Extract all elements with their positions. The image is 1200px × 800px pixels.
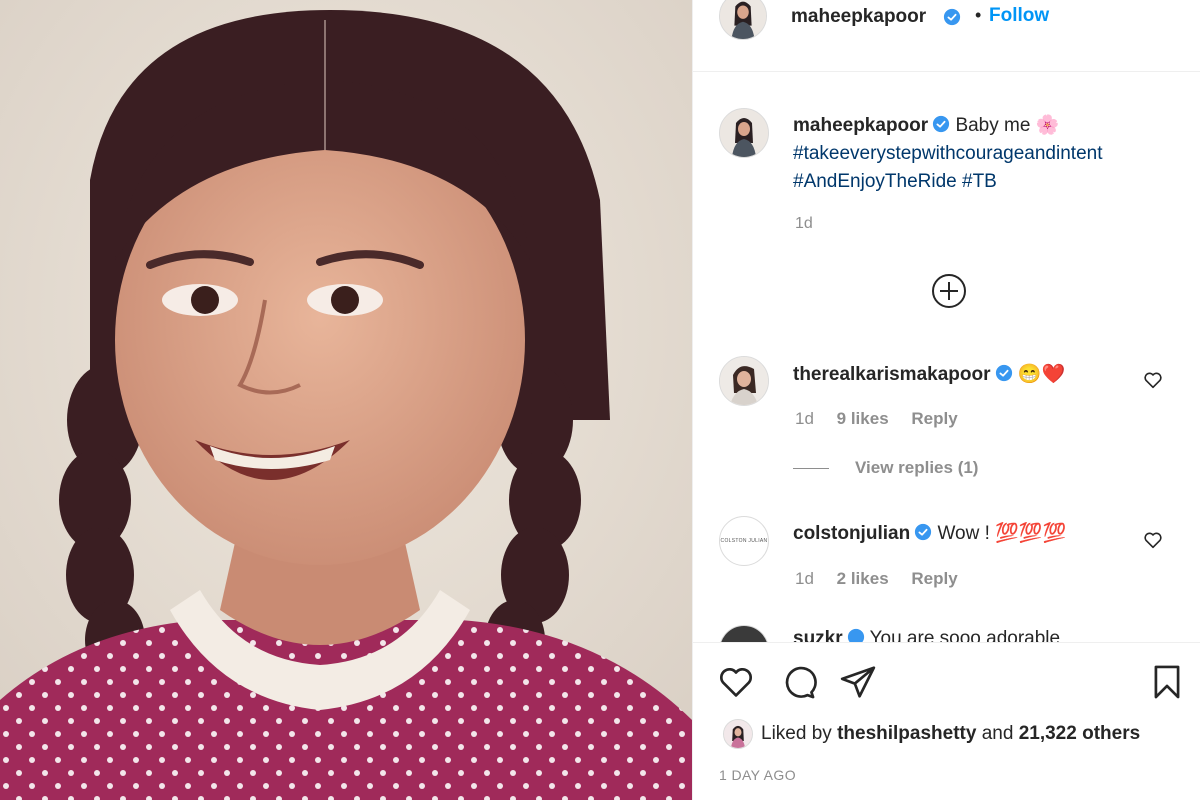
partial-comment: suzkr You are sooo adorable	[693, 620, 1200, 642]
heart-outline-icon[interactable]	[717, 663, 755, 701]
reply-button[interactable]: Reply	[911, 569, 957, 588]
liked-by-connector: and	[981, 723, 1014, 744]
post-caption: maheepkapoor Baby me 🌸 #takeeverystepwit…	[793, 112, 1183, 196]
commenter-avatar[interactable]	[719, 625, 769, 642]
comment-text-row: therealkarismakapoor 😁❤️	[793, 362, 1065, 386]
comment-text-row: colstonjulian Wow ! 💯💯💯	[793, 521, 1066, 545]
commenter-avatar[interactable]	[719, 356, 769, 406]
comment-text: 😁❤️	[1017, 364, 1066, 385]
reply-button[interactable]: Reply	[911, 409, 957, 428]
girl-portrait-image	[0, 0, 692, 800]
verified-badge-icon	[933, 115, 950, 133]
header-separator: •	[975, 5, 982, 25]
caption-username[interactable]: maheepkapoor	[793, 115, 928, 136]
liker-avatar[interactable]	[723, 719, 753, 749]
view-replies-button[interactable]: View replies (1)	[793, 458, 978, 478]
liked-by-user[interactable]: theshilpashetty	[837, 723, 976, 744]
colston-logo-text: COLSTON JULIAN	[720, 538, 768, 544]
hashtag-link[interactable]: #TB	[962, 171, 997, 192]
comment-text-row: suzkr You are sooo adorable	[793, 628, 1060, 642]
commenter-avatar[interactable]: COLSTON JULIAN	[719, 516, 769, 566]
comment-likes[interactable]: 9 likes	[837, 409, 889, 428]
comment-like-heart-icon[interactable]	[1142, 529, 1164, 551]
view-replies-label: View replies (1)	[855, 458, 979, 477]
comment-username[interactable]: suzkr	[793, 628, 843, 642]
verified-badge-icon	[915, 523, 932, 541]
author-username[interactable]: maheepkapoor	[791, 6, 926, 28]
author-avatar[interactable]	[719, 0, 767, 40]
comment-like-heart-icon[interactable]	[1142, 369, 1164, 391]
liked-by-prefix: Liked by	[761, 723, 832, 744]
caption-time[interactable]: 1d	[795, 215, 813, 233]
flower-emoji: 🌸	[1035, 115, 1060, 136]
post-header: maheepkapoor • Follow	[693, 0, 1200, 72]
comment-time[interactable]: 1d	[795, 569, 814, 588]
verified-badge-icon	[847, 628, 864, 642]
comment-username[interactable]: colstonjulian	[793, 523, 910, 544]
comment-username[interactable]: therealkarismakapoor	[793, 364, 991, 385]
speech-bubble-icon[interactable]	[779, 663, 817, 701]
caption-text: Baby me	[955, 115, 1031, 136]
plus-circle-icon[interactable]	[931, 273, 967, 309]
replies-divider-line	[793, 468, 829, 470]
verified-badge-icon	[943, 8, 961, 26]
post-timestamp[interactable]: 1 DAY AGO	[719, 767, 796, 783]
post-actions-bar: Liked by theshilpashetty and 21,322 othe…	[693, 642, 1200, 800]
comment-likes[interactable]: 2 likes	[837, 569, 889, 588]
comment-text: You are sooo adorable	[869, 628, 1061, 642]
likes-count-link[interactable]: 21,322 others	[1019, 723, 1140, 744]
comment-time[interactable]: 1d	[795, 409, 814, 428]
post-details-panel: maheepkapoor • Follow maheepkapoor Baby …	[692, 0, 1200, 800]
paper-plane-icon[interactable]	[839, 663, 877, 701]
hashtag-link[interactable]: #takeeverystepwithcourageandintent	[793, 143, 1102, 164]
hashtag-link[interactable]: #AndEnjoyTheRide	[793, 171, 957, 192]
caption-author-avatar[interactable]	[719, 108, 769, 158]
bookmark-icon[interactable]	[1148, 663, 1186, 701]
follow-button[interactable]: Follow	[989, 5, 1049, 27]
verified-badge-icon	[995, 364, 1012, 382]
liked-by-text: Liked by theshilpashetty and 21,322 othe…	[761, 723, 1140, 745]
comment-text: Wow ! 💯💯💯	[937, 523, 1067, 544]
comment-meta: 1d 2 likes Reply	[795, 569, 976, 589]
comment-meta: 1d 9 likes Reply	[795, 409, 976, 429]
post-photo[interactable]	[0, 0, 692, 800]
